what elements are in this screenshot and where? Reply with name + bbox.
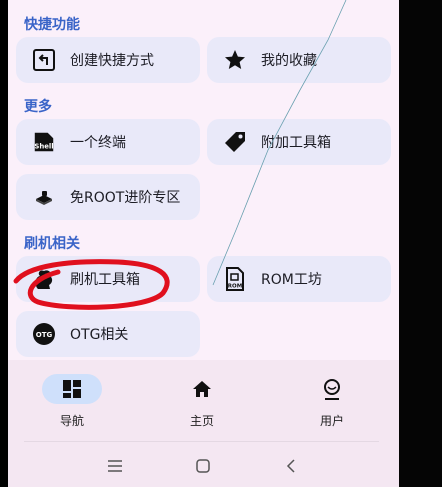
star-icon bbox=[223, 48, 247, 72]
favorites-label: 我的收藏 bbox=[261, 53, 317, 69]
rom-icon: ROM bbox=[223, 267, 247, 291]
svg-text:ROM: ROM bbox=[228, 284, 242, 290]
nav-tab-home[interactable]: 主页 bbox=[162, 374, 242, 429]
nav-divider bbox=[24, 441, 379, 442]
shell-icon: Shell bbox=[32, 130, 56, 154]
grid-icon bbox=[42, 374, 102, 404]
nav-tab-navigation[interactable]: 导航 bbox=[32, 374, 112, 429]
extra-toolbox-button[interactable]: 附加工具箱 bbox=[207, 119, 391, 165]
dark-side-panel bbox=[399, 0, 442, 487]
flash-toolbox-button[interactable]: 刷机工具箱 bbox=[16, 256, 200, 302]
app-screen: 快捷功能 创建快捷方式 我的收藏 更多 Shell 一个终端 附加工具箱 免RO… bbox=[8, 0, 399, 487]
shortcut-icon bbox=[32, 48, 56, 72]
favorites-button[interactable]: 我的收藏 bbox=[207, 37, 391, 83]
device-icon bbox=[32, 185, 56, 209]
otg-label: OTG相关 bbox=[70, 327, 129, 343]
svg-text:OTG: OTG bbox=[36, 331, 53, 339]
no-root-button[interactable]: 免ROOT进阶专区 bbox=[16, 174, 200, 220]
nav-label-home: 主页 bbox=[189, 414, 214, 428]
otg-icon: OTG bbox=[32, 322, 56, 346]
extra-toolbox-label: 附加工具箱 bbox=[261, 135, 331, 151]
user-icon bbox=[302, 374, 362, 404]
section-title-flash: 刷机相关 bbox=[24, 236, 80, 252]
nav-label-user: 用户 bbox=[319, 414, 344, 428]
recents-button[interactable] bbox=[100, 456, 130, 476]
home-icon bbox=[172, 374, 232, 404]
terminal-button[interactable]: Shell 一个终端 bbox=[16, 119, 200, 165]
back-button[interactable] bbox=[276, 456, 306, 476]
rom-workshop-button[interactable]: ROM ROM工坊 bbox=[207, 256, 391, 302]
flash-toolbox-label: 刷机工具箱 bbox=[70, 272, 140, 288]
section-title-quick: 快捷功能 bbox=[24, 17, 80, 33]
terminal-label: 一个终端 bbox=[70, 135, 126, 151]
create-shortcut-button[interactable]: 创建快捷方式 bbox=[16, 37, 200, 83]
no-root-label: 免ROOT进阶专区 bbox=[70, 190, 181, 206]
create-shortcut-label: 创建快捷方式 bbox=[70, 53, 154, 69]
rom-workshop-label: ROM工坊 bbox=[261, 272, 322, 288]
nav-tab-user[interactable]: 用户 bbox=[292, 374, 372, 429]
section-title-more: 更多 bbox=[24, 99, 52, 115]
squirrel-icon bbox=[32, 267, 56, 291]
tag-icon bbox=[223, 130, 247, 154]
otg-button[interactable]: OTG OTG相关 bbox=[16, 311, 200, 357]
home-system-button[interactable] bbox=[188, 456, 218, 476]
svg-text:Shell: Shell bbox=[34, 142, 53, 150]
nav-label-navigation: 导航 bbox=[59, 414, 84, 428]
